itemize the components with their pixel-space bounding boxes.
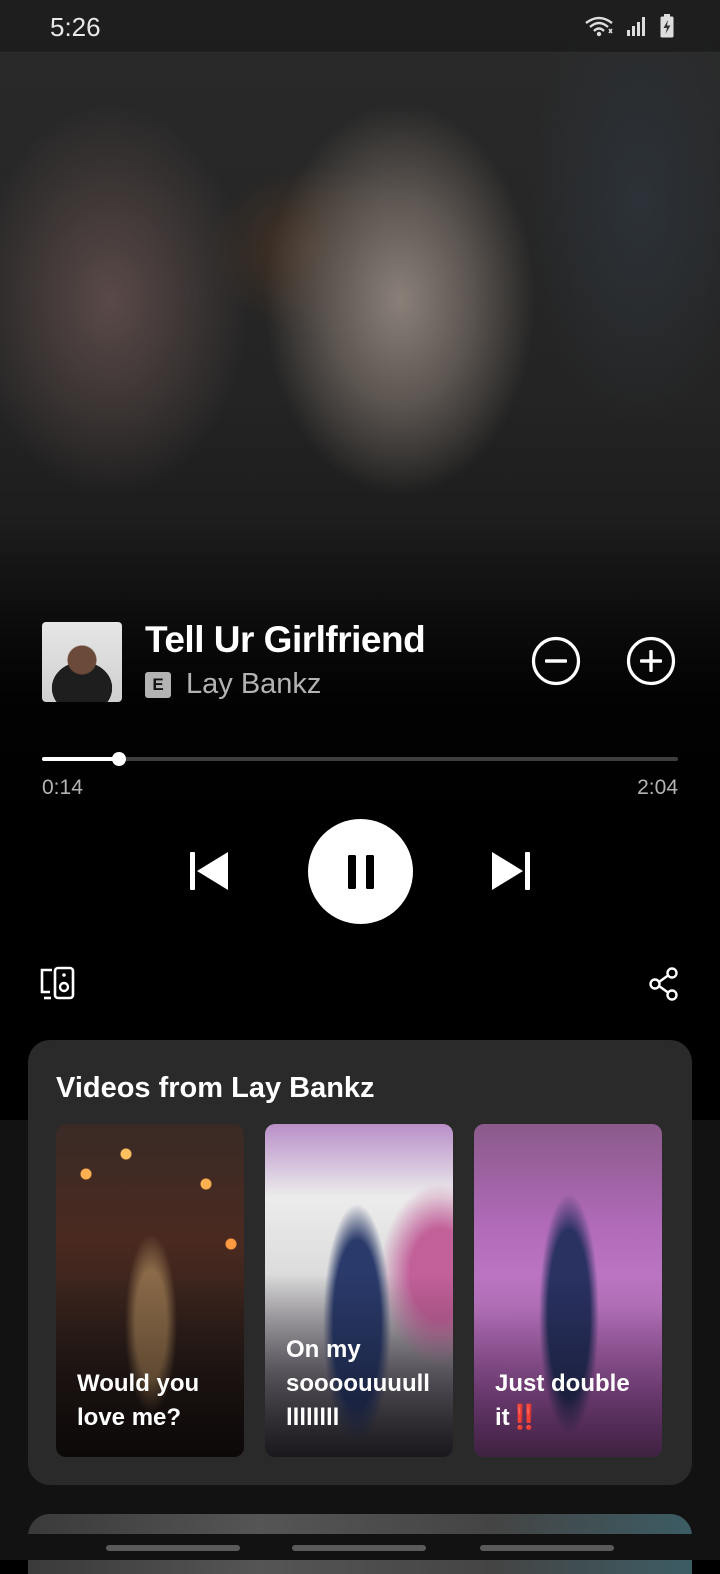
previous-button[interactable] [186,848,232,894]
video-caption: On my soooouuuull llllllll [286,1336,430,1431]
total-time: 2:04 [637,776,678,799]
nav-pill-center[interactable] [292,1545,426,1551]
video-caption: Would you love me? [77,1370,200,1431]
elapsed-time: 0:14 [42,776,83,799]
track-artist[interactable]: Lay Bankz [186,668,321,701]
minus-circle-icon [531,636,581,686]
connect-devices-button[interactable] [38,964,78,1004]
track-title[interactable]: Tell Ur Girlfriend [145,619,426,661]
wifi-icon [584,14,614,38]
status-bar: 5:26 [0,0,720,53]
share-button[interactable] [648,966,680,1002]
explicit-badge: E [145,672,171,698]
status-icons [584,14,674,38]
progress-fill [42,757,119,761]
share-icon [649,967,678,1001]
video-caption: Just double it‼️ [495,1370,630,1431]
album-art[interactable] [42,622,122,702]
remove-button[interactable] [531,636,581,686]
nav-pill-right[interactable] [480,1545,614,1551]
next-button[interactable] [488,848,534,894]
double-exclamation-emoji: ‼️ [509,1404,540,1431]
videos-heading: Videos from Lay Bankz [56,1072,375,1104]
video-card[interactable]: On my soooouuuull llllllll [265,1124,453,1457]
progress-handle[interactable] [111,752,126,766]
video-card[interactable]: Just double it‼️ [474,1124,662,1457]
pause-icon [347,854,374,889]
plus-circle-icon [626,636,676,686]
pause-button[interactable] [308,819,413,924]
previous-icon [190,852,228,890]
battery-charging-icon [660,14,674,38]
nav-pill-left[interactable] [106,1545,240,1551]
next-icon [492,852,530,890]
signal-icon [626,15,648,37]
videos-section: Videos from Lay Bankz Would you love me?… [28,1040,692,1485]
video-card[interactable]: Would you love me? [56,1124,244,1457]
add-to-playlist-button[interactable] [626,636,676,686]
status-time: 5:26 [50,12,101,42]
connect-devices-icon [40,966,75,1000]
progress-bar[interactable] [42,752,678,766]
